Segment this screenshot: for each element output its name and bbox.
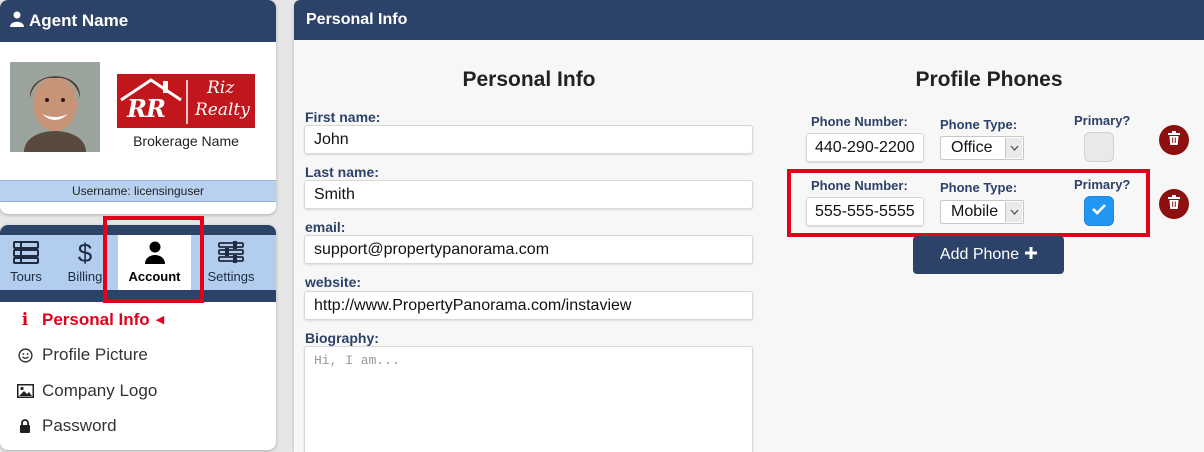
main-header: Personal Info	[294, 0, 1204, 40]
phone-type-select[interactable]: Mobile	[940, 200, 1024, 224]
phone-number-field[interactable]	[806, 133, 924, 162]
tab-settings[interactable]: Settings	[200, 235, 262, 290]
side-menu: i Personal Info ◀ Profile Picture Compan…	[0, 302, 276, 444]
image-icon	[15, 383, 35, 398]
last-name-label: Last name:	[305, 164, 379, 180]
menu-item-profile-picture[interactable]: Profile Picture	[0, 338, 276, 374]
logo-text-line2: Realty	[195, 100, 250, 120]
brokerage-name: Brokerage Name	[133, 133, 239, 149]
nav-card: Tours $ Billing Account Settings i Perso…	[0, 225, 276, 450]
tab-settings-label: Settings	[207, 269, 255, 284]
tab-account-label: Account	[128, 269, 181, 284]
user-icon	[10, 11, 24, 32]
add-phone-button[interactable]: Add Phone	[913, 236, 1064, 274]
add-phone-label: Add Phone	[939, 246, 1020, 263]
nav-bottom-bar	[0, 290, 276, 302]
dollar-icon: $	[77, 238, 93, 268]
menu-item-label: Profile Picture	[42, 345, 148, 365]
menu-item-personal-info[interactable]: i Personal Info ◀	[0, 302, 276, 338]
lock-icon	[15, 419, 35, 434]
agent-photo	[10, 62, 100, 152]
biography-field[interactable]	[304, 346, 753, 452]
logo-text-line1: Riz	[207, 78, 235, 98]
primary-checkbox[interactable]	[1084, 132, 1114, 162]
sliders-icon	[200, 239, 262, 269]
trash-icon	[1168, 130, 1180, 150]
main-panel: Personal Info Personal Info Profile Phon…	[294, 0, 1204, 452]
tab-account[interactable]: Account	[118, 235, 191, 290]
trash-icon	[1168, 194, 1180, 214]
checkmark-icon	[1091, 202, 1107, 220]
smile-icon	[15, 348, 35, 363]
nav-tabs: Tours $ Billing Account Settings	[0, 235, 276, 290]
agent-header: Agent Name	[0, 0, 276, 42]
first-name-label: First name:	[305, 109, 381, 125]
phone-type-label: Phone Type:	[940, 180, 1018, 195]
logo-initials: RR	[127, 94, 166, 123]
tab-billing-label: Billing	[67, 269, 103, 284]
last-name-field[interactable]	[304, 180, 753, 209]
email-field[interactable]	[304, 235, 753, 264]
tab-billing[interactable]: $ Billing	[60, 235, 110, 290]
menu-item-label: Company Logo	[42, 380, 158, 400]
username-bar: Username: licensinguser	[0, 180, 276, 202]
phone-type-label: Phone Type:	[940, 117, 1018, 132]
phone-type-select[interactable]: Office	[940, 136, 1024, 160]
primary-label: Primary?	[1074, 177, 1131, 192]
delete-phone-button[interactable]	[1159, 125, 1189, 155]
delete-phone-button[interactable]	[1159, 189, 1189, 219]
plus-icon	[1025, 246, 1038, 264]
personal-info-title: Personal Info	[462, 68, 596, 91]
agent-card: Agent Name RR Riz Realty Brokerage Name …	[0, 0, 276, 214]
agent-name: Agent Name	[29, 11, 129, 30]
chevron-down-icon	[1005, 138, 1022, 158]
menu-item-label: Personal Info	[42, 309, 150, 329]
user-icon	[118, 239, 191, 269]
biography-label: Biography:	[305, 330, 379, 346]
primary-label: Primary?	[1074, 113, 1131, 128]
first-name-field[interactable]	[304, 125, 753, 154]
phone-type-value: Mobile	[951, 203, 999, 220]
list-icon	[0, 239, 52, 269]
menu-item-company-logo[interactable]: Company Logo	[0, 373, 276, 409]
email-label: email:	[305, 219, 346, 235]
tab-tours-label: Tours	[10, 269, 42, 284]
profile-phones-title: Profile Phones	[915, 68, 1063, 91]
phone-type-value: Office	[951, 139, 993, 156]
chevron-down-icon	[1005, 202, 1022, 222]
menu-item-label: Password	[42, 416, 117, 436]
website-label: website:	[305, 274, 362, 290]
tab-tours[interactable]: Tours	[0, 235, 52, 290]
phone-number-label: Phone Number:	[811, 114, 908, 129]
menu-item-password[interactable]: Password	[0, 409, 276, 445]
caret-left-icon: ◀	[155, 314, 165, 327]
nav-top-bar	[0, 225, 276, 235]
info-icon: i	[21, 309, 29, 330]
primary-checkbox[interactable]	[1084, 196, 1114, 226]
brokerage-logo: RR Riz Realty	[117, 74, 255, 128]
phone-number-field[interactable]	[806, 197, 924, 226]
website-field[interactable]	[304, 291, 753, 320]
phone-number-label: Phone Number:	[811, 178, 908, 193]
